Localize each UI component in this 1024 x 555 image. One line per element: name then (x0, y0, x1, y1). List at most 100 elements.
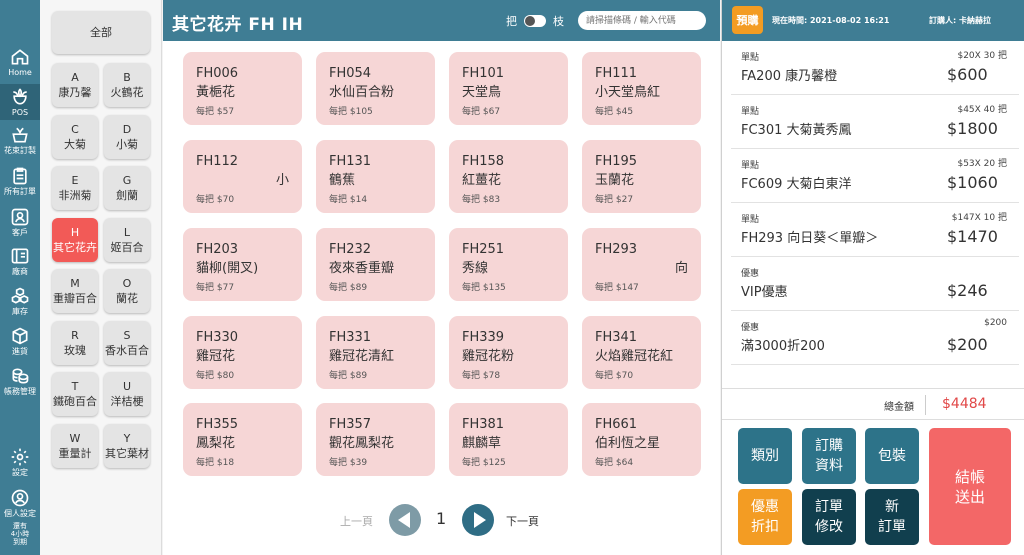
category-letter: W (69, 432, 81, 445)
order-line[interactable]: 優惠 滿3000折200 $200 $200 (731, 312, 1019, 365)
product-price: 每把 $135 (462, 283, 506, 293)
nav-purchase[interactable]: 進貨 (0, 326, 40, 356)
product-card[interactable]: FH339 雞冠花粉 每把 $78 (449, 316, 568, 389)
category-d[interactable]: D 小菊 (104, 115, 150, 159)
product-price: 每把 $89 (329, 283, 368, 293)
product-card[interactable]: FH232 夜來香重瓣 每把 $89 (316, 228, 435, 301)
category-m[interactable]: M 重瓣百合 (52, 269, 98, 313)
category-name: 洋桔梗 (110, 395, 144, 408)
category-c[interactable]: C 大菊 (52, 115, 98, 159)
nav-vendors[interactable]: 廠商 (0, 246, 40, 276)
prev-page-button[interactable] (389, 504, 421, 536)
category-h[interactable]: H 其它花卉 (52, 218, 98, 262)
current-page: 1 (436, 509, 447, 528)
nav-inventory[interactable]: 庫存 (0, 286, 40, 316)
product-card[interactable]: FH355 鳳梨花 每把 $18 (183, 403, 302, 476)
unit-stem-label: 枝 (553, 15, 564, 28)
product-card[interactable]: FH661 伯利恆之星 每把 $64 (582, 403, 701, 476)
nav-inventory-label: 庫存 (12, 307, 28, 316)
product-card[interactable]: FH054 水仙百合粉 每把 $105 (316, 52, 435, 125)
order-info-button[interactable]: 訂購 資料 (802, 428, 856, 484)
category-u[interactable]: U 洋桔梗 (104, 372, 150, 416)
product-code: FH054 (329, 66, 372, 81)
bouquet-icon (12, 127, 28, 143)
packaging-button[interactable]: 包裝 (865, 428, 919, 484)
category-button[interactable]: 類別 (738, 428, 792, 484)
line-quantity: $20X 30 把 (957, 51, 1007, 61)
category-button-label: 類別 (751, 448, 779, 464)
product-price: 每把 $89 (329, 371, 368, 381)
product-card[interactable]: FH357 觀花鳳梨花 每把 $39 (316, 403, 435, 476)
product-card[interactable]: FH203 貓柳(開叉) 每把 $77 (183, 228, 302, 301)
product-name: 秀線 (462, 261, 489, 276)
nav-settings[interactable]: 設定 (0, 447, 40, 477)
category-letter: M (70, 277, 80, 290)
category-name: 鐵砲百合 (53, 395, 97, 408)
category-r[interactable]: R 玫瑰 (52, 321, 98, 365)
nav-home[interactable]: Home (0, 47, 40, 77)
category-b[interactable]: B 火鶴花 (104, 63, 150, 107)
category-l[interactable]: L 姬百合 (104, 218, 150, 262)
unit-toggle[interactable] (524, 15, 546, 27)
nav-customers[interactable]: 客戶 (0, 207, 40, 237)
category-s[interactable]: S 香水百合 (104, 321, 150, 365)
product-card[interactable]: FH293 向 每把 $147 (582, 228, 701, 301)
edit-order-button[interactable]: 訂單 修改 (802, 489, 856, 545)
line-description: VIP優惠 (741, 285, 788, 300)
nav-vendors-label: 廠商 (12, 267, 28, 276)
next-page-link[interactable]: 下一頁 (506, 513, 539, 529)
category-y[interactable]: Y 其它葉材 (104, 424, 150, 468)
product-card[interactable]: FH381 麒麟草 每把 $125 (449, 403, 568, 476)
nav-accounting[interactable]: 帳務管理 (0, 366, 40, 396)
product-price: 每把 $27 (595, 195, 634, 205)
product-name: 雞冠花清紅 (329, 349, 395, 364)
category-e[interactable]: E 非洲菊 (52, 166, 98, 210)
product-card[interactable]: FH101 天堂鳥 每把 $67 (449, 52, 568, 125)
next-page-button[interactable] (462, 504, 494, 536)
product-card[interactable]: FH006 黃梔花 每把 $57 (183, 52, 302, 125)
prev-page-link[interactable]: 上一頁 (340, 513, 373, 529)
category-o[interactable]: O 蘭花 (104, 269, 150, 313)
nav-expiry: 還有 4小時 到期 (0, 521, 40, 546)
order-line[interactable]: 優惠 VIP優惠 $246 (731, 258, 1019, 311)
category-a[interactable]: A 康乃馨 (52, 63, 98, 107)
category-letter: U (122, 380, 132, 393)
product-card[interactable]: FH331 雞冠花清紅 每把 $89 (316, 316, 435, 389)
category-t[interactable]: T 鐵砲百合 (52, 372, 98, 416)
new-order-button[interactable]: 新 訂單 (865, 489, 919, 545)
product-card[interactable]: FH158 紅薑花 每把 $83 (449, 140, 568, 213)
order-line[interactable]: 單點 FA200 康乃馨橙 $20X 30 把 $600 (731, 42, 1019, 95)
checkout-button[interactable]: 結帳 送出 (929, 428, 1011, 545)
product-card[interactable]: FH341 火焰雞冠花紅 每把 $70 (582, 316, 701, 389)
product-card[interactable]: FH112 小 每把 $70 (183, 140, 302, 213)
category-all[interactable]: 全部 (52, 11, 150, 54)
order-line[interactable]: 單點 FC609 大菊白東洋 $53X 20 把 $1060 (731, 150, 1019, 203)
nav-pos[interactable]: POS (0, 84, 40, 120)
nav-orders[interactable]: 所有訂單 (0, 166, 40, 196)
nav-bouquet[interactable]: 花束訂製 (0, 125, 40, 155)
nav-bouquet-label: 花束訂製 (4, 146, 36, 155)
product-code: FH112 (196, 154, 239, 169)
category-w[interactable]: W 重量計 (52, 424, 98, 468)
product-card[interactable]: FH131 鶴蕉 每把 $14 (316, 140, 435, 213)
category-g[interactable]: G 劍蘭 (104, 166, 150, 210)
product-card[interactable]: FH251 秀線 每把 $135 (449, 228, 568, 301)
order-info-button-label: 訂購 資料 (815, 438, 843, 474)
line-description: FA200 康乃馨橙 (741, 69, 838, 84)
product-price: 每把 $70 (196, 195, 235, 205)
customer-icon (11, 208, 29, 226)
order-line[interactable]: 單點 FH293 向日葵＜單瓣＞ $147X 10 把 $1470 (731, 204, 1019, 257)
product-code: FH357 (329, 417, 372, 432)
product-card[interactable]: FH330 雞冠花 每把 $80 (183, 316, 302, 389)
product-card[interactable]: FH195 玉蘭花 每把 $27 (582, 140, 701, 213)
order-line[interactable]: 單點 FC301 大菊黃秀鳳 $45X 40 把 $1800 (731, 96, 1019, 149)
product-name: 小 (275, 173, 289, 188)
category-panel: 全部 A 康乃馨 B 火鶴花 C 大菊 D 小菊 E 非洲菊 G 劍蘭 H 其它… (40, 0, 162, 555)
category-name: 康乃馨 (58, 86, 92, 99)
search-input[interactable] (578, 11, 706, 30)
category-name: 其它葉材 (105, 447, 149, 460)
discount-button[interactable]: 優惠 折扣 (738, 489, 792, 545)
category-letter: O (122, 277, 132, 290)
nav-profile[interactable]: 個人設定 (0, 488, 40, 518)
product-card[interactable]: FH111 小天堂鳥紅 每把 $45 (582, 52, 701, 125)
